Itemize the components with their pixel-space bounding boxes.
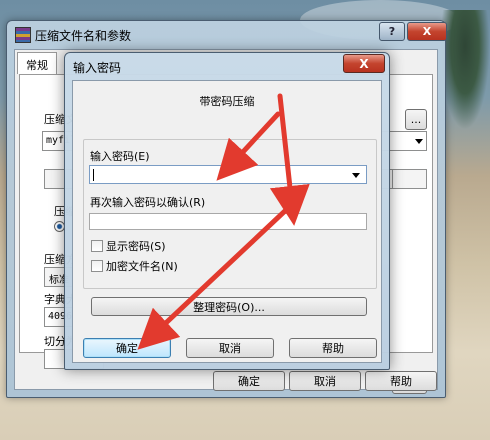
dialog-body: 带密码压缩 输入密码(E) 再次输入密码以确认(R) 显示密码(S) 加密文件名… [72,80,382,363]
organize-passwords-button[interactable]: 整理密码(O)... [91,297,367,316]
parent-help-button[interactable]: 帮助 [365,371,437,391]
encrypt-filenames-checkbox[interactable] [91,260,103,272]
encrypt-filenames-option[interactable]: 加密文件名(N) [91,258,178,274]
show-password-option[interactable]: 显示密码(S) [91,238,166,254]
dialog-close-button[interactable]: X [343,54,385,73]
show-password-checkbox[interactable] [91,240,103,252]
dialog-cancel-button[interactable]: 取消 [186,338,274,358]
dialog-help-button[interactable]: 帮助 [289,338,377,358]
tab-general[interactable]: 常规 [17,52,57,74]
window-title: 压缩文件名和参数 [35,29,132,43]
show-password-label: 显示密码(S) [106,240,166,253]
tab-bar: 常规 [17,52,57,74]
password-dialog: 输入密码 X 带密码压缩 输入密码(E) 再次输入密码以确认(R) 显示密码(S… [64,52,390,370]
dialog-ok-button[interactable]: 确定 [83,338,171,358]
background-tree [440,10,490,130]
password-input[interactable] [89,165,367,184]
close-window-button[interactable]: X [407,22,447,41]
password-label: 输入密码(E) [90,150,150,163]
browse-button[interactable]: ... [405,109,427,130]
text-caret [93,169,94,181]
chevron-down-icon [415,139,423,144]
winrar-app-icon [15,27,31,43]
chevron-down-icon[interactable] [352,173,360,178]
confirm-password-input[interactable] [89,213,367,230]
confirm-password-label: 再次输入密码以确认(R) [90,196,206,209]
dialog-heading: 带密码压缩 [199,95,255,108]
help-title-button[interactable]: ? [379,22,405,41]
encrypt-filenames-label: 加密文件名(N) [106,260,178,273]
options-combo[interactable] [392,169,427,189]
dialog-title: 输入密码 [73,61,122,75]
parent-cancel-button[interactable]: 取消 [289,371,361,391]
parent-ok-button[interactable]: 确定 [213,371,285,391]
